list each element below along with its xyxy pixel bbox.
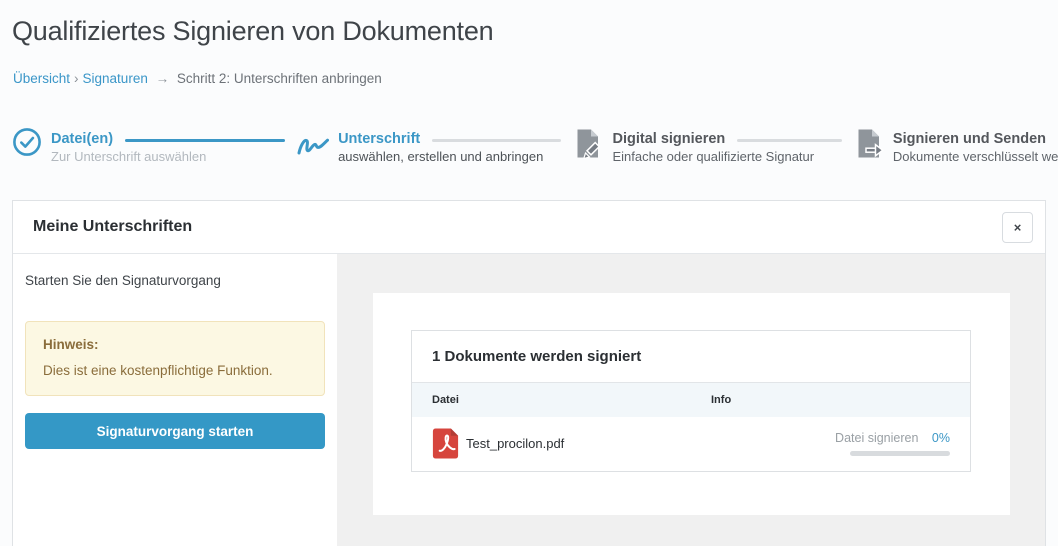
documents-card: 1 Dokumente werden signiert Datei Info: [373, 293, 1010, 515]
meine-unterschriften-panel: Meine Unterschriften × Starten Sie den S…: [12, 200, 1046, 546]
step-unterschrift[interactable]: Unterschrift auswählen, erstellen und an…: [297, 120, 420, 161]
progress-percentage: 0%: [932, 431, 950, 445]
documents-header: 1 Dokumente werden signiert: [412, 331, 970, 383]
step-indicator: Datei(en) Zur Unterschrift auswählen Unt…: [12, 120, 1046, 178]
signature-icon: [297, 120, 329, 161]
panel-title: Meine Unterschriften: [33, 218, 192, 236]
step-connector: [737, 139, 842, 142]
file-cell: Test_procilon.pdf: [432, 428, 711, 459]
step-sublabel: Einfache oder qualifizierte Signatur: [612, 149, 814, 164]
step-connector: [432, 139, 561, 142]
step-label: Unterschrift: [338, 131, 420, 147]
document-pen-icon: [573, 120, 603, 164]
table-header-row: Datei Info: [412, 383, 970, 417]
step-sublabel: Zur Unterschrift auswählen: [51, 149, 206, 164]
step-sublabel: Dokumente verschlüsselt weiterleiten: [893, 149, 1058, 164]
hint-title: Hinweis:: [43, 337, 307, 352]
panel-header: Meine Unterschriften ×: [13, 201, 1045, 254]
breadcrumb-link-signaturen[interactable]: Signaturen: [83, 71, 148, 86]
breadcrumb-link-uebersicht[interactable]: Übersicht: [13, 71, 70, 86]
document-arrow-icon: [854, 120, 884, 164]
info-cell: Datei signieren 0%: [711, 431, 950, 456]
pdf-file-icon: [432, 428, 459, 459]
content-area: 1 Dokumente werden signiert Datei Info: [337, 254, 1045, 546]
progress-bar: [850, 451, 950, 456]
check-circle-icon: [12, 120, 42, 162]
breadcrumb-current: Schritt 2: Unterschriften anbringen: [177, 71, 382, 86]
step-label: Datei(en): [51, 131, 113, 147]
step-signieren-und-senden[interactable]: Signieren und Senden Dokumente verschlüs…: [854, 120, 1046, 164]
column-header-info: Info: [711, 394, 950, 406]
step-label: Signieren und Senden: [893, 131, 1046, 147]
status-text: Datei signieren: [835, 431, 918, 445]
sidebar-intro-text: Starten Sie den Signaturvorgang: [25, 273, 325, 288]
hint-box: Hinweis: Dies ist eine kostenpflichtige …: [25, 321, 325, 396]
page-title: Qualifiziertes Signieren von Dokumenten: [12, 16, 493, 47]
step-sublabel: auswählen, erstellen und anbringen: [338, 149, 543, 164]
column-header-datei: Datei: [432, 394, 711, 406]
breadcrumb-separator: ›: [74, 71, 79, 86]
step-label: Digital signieren: [612, 131, 725, 147]
step-dateien[interactable]: Datei(en) Zur Unterschrift auswählen: [12, 120, 113, 162]
close-button[interactable]: ×: [1002, 212, 1033, 243]
hint-text: Dies ist eine kostenpflichtige Funktion.: [43, 363, 307, 378]
signature-sidebar: Starten Sie den Signaturvorgang Hinweis:…: [13, 254, 337, 546]
step-digital-signieren[interactable]: Digital signieren Einfache oder qualifiz…: [573, 120, 725, 164]
close-icon: ×: [1014, 220, 1022, 235]
breadcrumb-arrow: →: [156, 71, 170, 86]
step-connector-done: [125, 139, 285, 142]
breadcrumb: Übersicht › Signaturen → Schritt 2: Unters…: [13, 71, 382, 86]
file-name: Test_procilon.pdf: [466, 436, 564, 451]
start-signature-button[interactable]: Signaturvorgang starten: [25, 413, 325, 449]
documents-table-card: 1 Dokumente werden signiert Datei Info: [411, 330, 971, 472]
table-row: Test_procilon.pdf Datei signieren 0%: [412, 417, 970, 471]
